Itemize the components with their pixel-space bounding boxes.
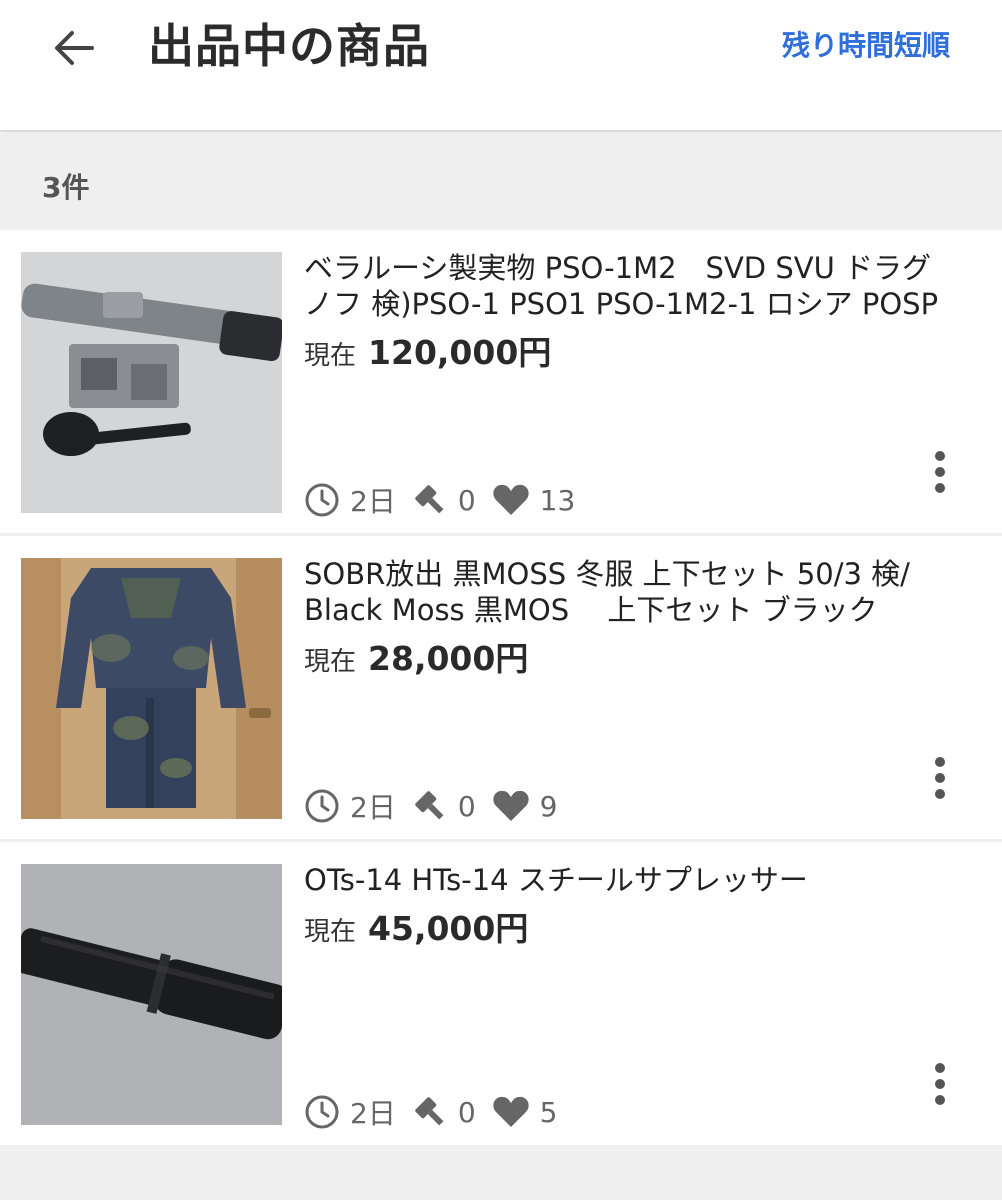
listing-item[interactable]: ベラルーシ製実物 PSO-1M2 SVD SVU ドラグノフ 検)PSO-1 P… (0, 230, 1002, 533)
gavel-icon (412, 1094, 448, 1130)
more-vertical-icon (935, 757, 945, 799)
page-title: 出品中の商品 (148, 19, 430, 73)
heart-icon (492, 789, 530, 823)
item-price: 28,000円 (368, 639, 529, 678)
like-count: 9 (539, 789, 558, 823)
item-meta: 2日 0 13 (304, 480, 591, 520)
heart-icon (492, 1095, 530, 1129)
price-prefix: 現在 (304, 917, 357, 947)
item-price-line: 現在 120,000円 (304, 326, 551, 374)
bid-count: 0 (457, 789, 476, 823)
item-price: 45,000円 (368, 909, 529, 948)
sort-by-time-left-link[interactable]: 残り時間短順 (782, 24, 950, 68)
like-count: 13 (539, 483, 576, 517)
app-header: 出品中の商品 残り時間短順 (0, 0, 1002, 130)
clock-icon (304, 1094, 340, 1130)
item-price-line: 現在 45,000円 (304, 902, 528, 950)
item-title[interactable]: OTs-14 HTs-14 スチールサプレッサー (304, 862, 954, 898)
gavel-icon (412, 482, 448, 518)
time-left: 2日 (350, 1097, 396, 1130)
listing-item[interactable]: SOBR放出 黒MOSS 冬服 上下セット 50/3 検/ Black Moss… (0, 536, 1002, 839)
more-vertical-icon (935, 451, 945, 493)
item-price-line: 現在 28,000円 (304, 632, 528, 680)
gavel-icon (412, 788, 448, 824)
time-left: 2日 (350, 485, 396, 518)
clock-icon (304, 482, 340, 518)
bid-count: 0 (457, 1095, 476, 1129)
item-meta: 2日 0 9 (304, 786, 573, 826)
clock-icon (304, 788, 340, 824)
like-count: 5 (539, 1095, 558, 1129)
listing-item[interactable]: OTs-14 HTs-14 スチールサプレッサー 現在 45,000円 2日 0… (0, 842, 1002, 1145)
back-button[interactable] (44, 20, 104, 76)
price-prefix: 現在 (304, 341, 357, 371)
more-vertical-icon (935, 1063, 945, 1105)
result-count-bar: 3件 (0, 132, 1002, 230)
more-options-button[interactable] (920, 748, 960, 808)
heart-icon (492, 483, 530, 517)
price-prefix: 現在 (304, 647, 357, 677)
item-thumbnail[interactable] (21, 558, 282, 819)
more-options-button[interactable] (920, 442, 960, 502)
time-left: 2日 (350, 791, 396, 824)
item-thumbnail[interactable] (21, 864, 282, 1125)
item-meta: 2日 0 5 (304, 1092, 573, 1132)
item-thumbnail[interactable] (21, 252, 282, 513)
arrow-left-icon (55, 31, 94, 65)
item-price: 120,000円 (368, 333, 552, 372)
item-title[interactable]: SOBR放出 黒MOSS 冬服 上下セット 50/3 検/ Black Moss… (304, 556, 954, 628)
bid-count: 0 (457, 483, 476, 517)
more-options-button[interactable] (920, 1054, 960, 1114)
item-title[interactable]: ベラルーシ製実物 PSO-1M2 SVD SVU ドラグノフ 検)PSO-1 P… (304, 250, 954, 322)
result-count: 3件 (42, 171, 90, 204)
